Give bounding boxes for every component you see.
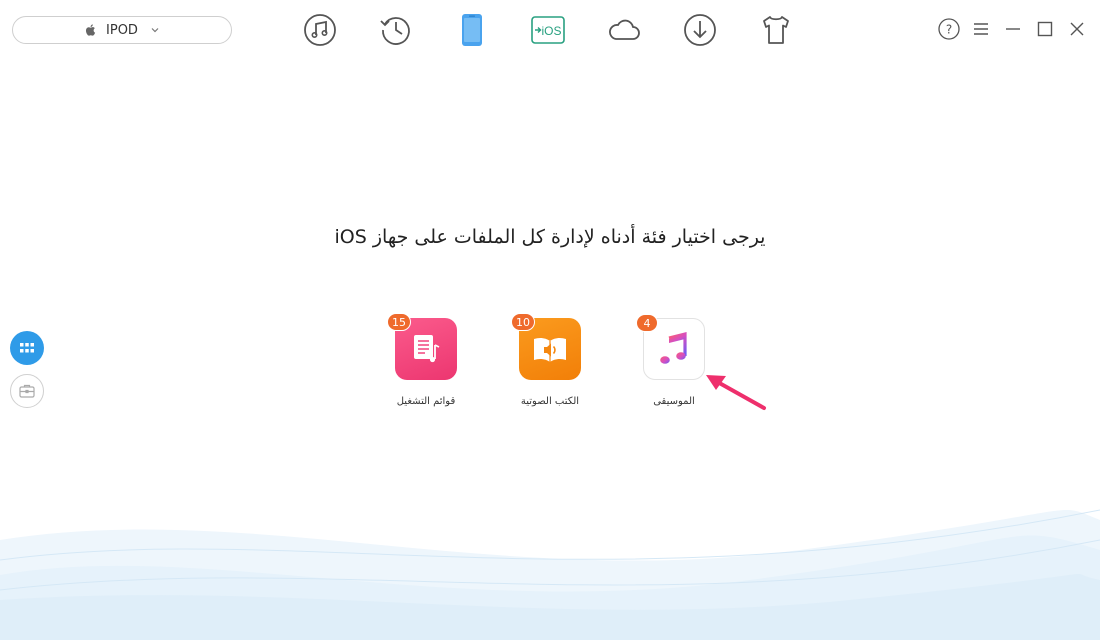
background-waves bbox=[0, 509, 1100, 640]
close-button[interactable] bbox=[1066, 18, 1088, 40]
toolbar-cloud[interactable] bbox=[604, 10, 644, 50]
help-button[interactable]: ? bbox=[938, 18, 960, 40]
page-heading: يرجى اختيار فئة أدناه لإدارة كل الملفات … bbox=[334, 226, 766, 248]
audiobook-icon bbox=[534, 337, 566, 362]
svg-text:?: ? bbox=[946, 23, 952, 37]
toolbar-ios-mover[interactable]: iOS bbox=[528, 10, 568, 50]
device-selector[interactable]: IPOD bbox=[12, 16, 232, 44]
count-badge: 10 bbox=[511, 313, 535, 331]
category-label: قوائم التشغيل bbox=[396, 396, 456, 407]
app-window: IPOD iOS ? يرجى اختيار فئة أدناه لإدارة … bbox=[0, 0, 1100, 640]
cloud-icon bbox=[609, 19, 640, 40]
sidebar-categories-button[interactable] bbox=[10, 331, 44, 365]
tshirt-icon bbox=[763, 16, 789, 44]
apple-icon bbox=[86, 24, 96, 36]
category-tile: 15 bbox=[387, 313, 457, 380]
category-label: الموسيقى bbox=[653, 396, 695, 407]
menu-icon bbox=[974, 23, 988, 35]
minimize-icon bbox=[1006, 28, 1020, 30]
music-icon bbox=[304, 14, 336, 46]
count-badge: 4 bbox=[636, 314, 658, 332]
minimize-button[interactable] bbox=[1002, 18, 1024, 40]
category-label: الكتب الصوتية bbox=[520, 396, 580, 407]
chevron-down-icon bbox=[151, 28, 159, 33]
device-name: IPOD bbox=[106, 22, 138, 38]
history-icon bbox=[380, 17, 410, 45]
count-badge: 15 bbox=[387, 313, 411, 331]
ios-mover-icon: iOS bbox=[531, 16, 565, 44]
music-note-icon bbox=[660, 331, 687, 364]
category-tile: 4 bbox=[636, 314, 705, 380]
device-icon bbox=[462, 14, 482, 46]
playlist-icon bbox=[414, 335, 440, 363]
close-icon bbox=[1070, 22, 1084, 36]
sidebar-toolbox-button[interactable] bbox=[10, 374, 44, 408]
main-toolbar: iOS bbox=[300, 10, 832, 50]
toolbar-download[interactable] bbox=[680, 10, 720, 50]
maximize-icon bbox=[1037, 21, 1053, 37]
download-icon bbox=[684, 14, 716, 46]
toolbar-tshirt[interactable] bbox=[756, 10, 796, 50]
ios-mover-label: iOS bbox=[542, 24, 562, 38]
category-music[interactable]: 4 الموسيقى bbox=[619, 314, 729, 407]
menu-button[interactable] bbox=[970, 18, 992, 40]
help-icon: ? bbox=[938, 18, 960, 40]
category-audiobooks[interactable]: 10 الكتب الصوتية bbox=[495, 313, 605, 407]
category-playlists[interactable]: 15 قوائم التشغيل bbox=[371, 313, 481, 407]
toolbar-music[interactable] bbox=[300, 10, 340, 50]
category-tile: 10 bbox=[511, 313, 581, 380]
toolbar-device[interactable] bbox=[452, 10, 492, 50]
window-controls: ? bbox=[938, 18, 1088, 40]
maximize-button[interactable] bbox=[1034, 18, 1056, 40]
grid-icon bbox=[20, 343, 34, 353]
toolbox-icon bbox=[19, 384, 35, 398]
toolbar-history[interactable] bbox=[376, 10, 416, 50]
